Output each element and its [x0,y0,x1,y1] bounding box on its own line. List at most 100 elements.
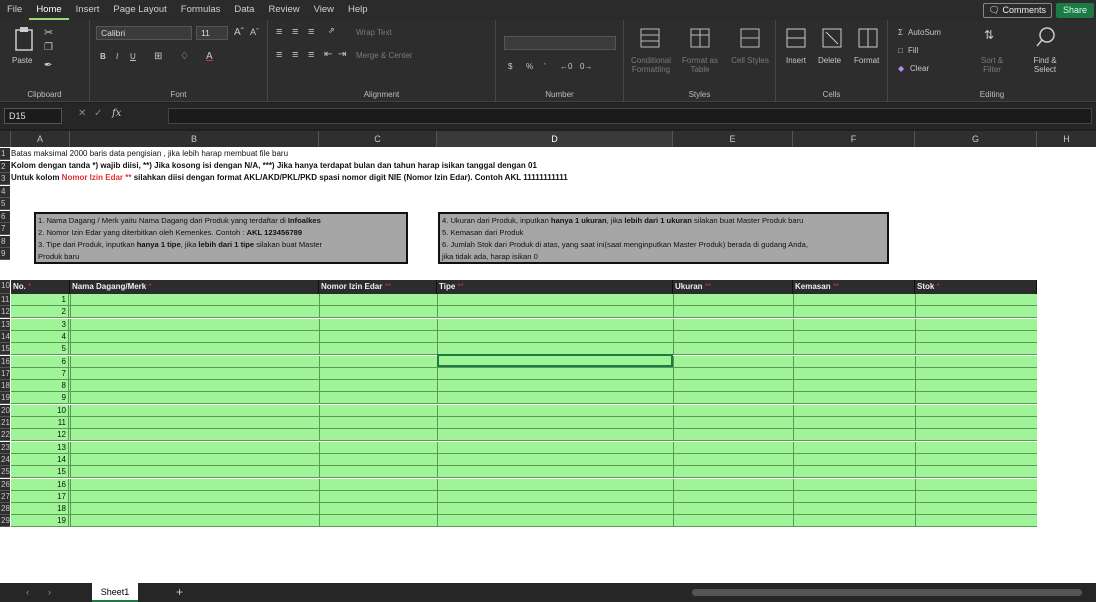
row-number-cell[interactable]: 16 [11,478,69,491]
fill-button[interactable]: Fill [908,46,918,55]
cancel-icon[interactable]: ✕ [78,108,86,119]
autosum-button[interactable]: AutoSum [908,28,941,37]
orientation-icon[interactable]: ⇗ [328,26,335,35]
align-left-icon[interactable]: ≡ [276,49,282,61]
column-header-c[interactable]: C [319,131,437,147]
row-header[interactable]: 6 [0,210,10,223]
format-table-icon[interactable] [690,28,710,48]
row-header[interactable]: 12 [0,306,10,319]
row-header[interactable]: 14 [0,330,10,343]
borders-icon[interactable]: ⊞ [154,51,162,62]
header-stok[interactable]: Stok * [915,280,1037,294]
fx-icon[interactable]: fx [112,108,121,119]
row-number-cell[interactable]: 15 [11,466,69,479]
header-ukuran[interactable]: Ukuran ** [673,280,793,294]
decrease-indent-icon[interactable]: ⇤ [324,49,332,60]
bold-icon[interactable]: B [100,52,106,61]
row-number-cell[interactable]: 2 [11,306,69,319]
column-header-g[interactable]: G [915,131,1037,147]
wrap-text-button[interactable]: Wrap Text [356,28,392,37]
increase-font-icon[interactable]: Aˆ [234,27,244,38]
column-header-a[interactable]: A [11,131,70,147]
delete-cells-icon[interactable] [822,28,842,48]
add-sheet-button[interactable]: + [176,585,183,599]
row-header[interactable]: 22 [0,429,10,442]
font-color-icon[interactable]: A [206,51,213,62]
column-header-d[interactable]: D [437,131,673,147]
tab-view[interactable]: View [307,0,341,20]
table-row[interactable]: 17 [11,490,1037,503]
merge-center-button[interactable]: Merge & Center [356,51,412,60]
row-header[interactable]: 29 [0,515,10,528]
table-row[interactable]: 4 [11,330,1037,343]
sort-filter-button[interactable]: Sort & Filter [972,56,1012,74]
row-number-cell[interactable]: 7 [11,367,69,380]
clear-icon[interactable]: ◆ [898,64,904,73]
row-header[interactable]: 24 [0,453,10,466]
table-row[interactable]: 1 [11,294,1037,306]
table-row[interactable]: 2 [11,306,1037,319]
format-painter-icon[interactable]: ✒ [44,60,52,71]
row-number-cell[interactable]: 17 [11,490,69,503]
column-header-e[interactable]: E [673,131,793,147]
row-header[interactable]: 25 [0,466,10,479]
row-number-cell[interactable]: 8 [11,380,69,393]
column-header-b[interactable]: B [70,131,319,147]
autosum-icon[interactable]: Σ [898,28,903,37]
paste-icon[interactable] [14,26,36,54]
clear-button[interactable]: Clear [910,64,929,73]
tab-page-layout[interactable]: Page Layout [106,0,173,20]
header-nomor-izin[interactable]: Nomor Izin Edar ** [319,280,437,294]
currency-icon[interactable]: $ [508,62,512,71]
table-row[interactable]: 16 [11,478,1037,491]
table-row[interactable]: 9 [11,392,1037,405]
increase-decimal-icon[interactable]: ←0 [560,62,572,71]
cut-icon[interactable]: ✂ [44,26,53,39]
row-header[interactable]: 1 [0,148,10,160]
row-header[interactable]: 4 [0,185,10,198]
table-row[interactable]: 12 [11,429,1037,442]
insert-button[interactable]: Insert [786,56,806,65]
conditional-formatting-icon[interactable] [640,28,660,48]
top-align-icon[interactable]: ≡ [276,26,282,38]
table-row[interactable]: 13 [11,441,1037,454]
row-header[interactable]: 19 [0,392,10,405]
find-select-button[interactable]: Find & Select [1024,56,1066,74]
row-number-cell[interactable]: 14 [11,453,69,466]
confirm-icon[interactable]: ✓ [94,108,102,119]
share-button[interactable]: Share [1056,3,1094,18]
row-header[interactable]: 18 [0,380,10,393]
header-no[interactable]: No. * [11,280,70,294]
horizontal-scrollbar[interactable] [692,589,1082,596]
row-number-cell[interactable]: 1 [11,294,69,306]
format-as-table-button[interactable]: Format as Table [678,56,722,74]
formula-input[interactable] [168,108,1092,124]
row-header[interactable]: 9 [0,248,10,260]
scroll-left-icon[interactable]: ‹ [26,587,29,597]
row-number-cell[interactable]: 19 [11,515,69,528]
header-kemasan[interactable]: Kemasan ** [793,280,915,294]
row-number-cell[interactable]: 3 [11,318,69,331]
row-header[interactable]: 20 [0,404,10,417]
row-header[interactable]: 8 [0,235,10,248]
column-header-f[interactable]: F [793,131,915,147]
row-header[interactable]: 10 [0,280,10,294]
row-header[interactable]: 2 [0,160,10,173]
insert-cells-icon[interactable] [786,28,806,48]
cell-styles-button[interactable]: Cell Styles [730,56,770,65]
fill-icon[interactable]: □ [898,46,903,55]
name-box[interactable]: D15 [4,108,62,124]
select-all-corner[interactable] [0,131,11,147]
decrease-font-icon[interactable]: Aˇ [250,27,259,37]
bottom-align-icon[interactable]: ≡ [308,26,314,38]
tab-formulas[interactable]: Formulas [174,0,228,20]
align-center-icon[interactable]: ≡ [292,49,298,61]
row-header[interactable]: 28 [0,503,10,516]
column-header-h[interactable]: H [1037,131,1096,147]
sort-filter-icon[interactable]: ⇅ [984,28,994,42]
row-header[interactable]: 7 [0,223,10,235]
table-row[interactable]: 3 [11,318,1037,331]
table-row[interactable]: 11 [11,417,1037,429]
row-number-cell[interactable]: 10 [11,404,69,417]
row-header[interactable]: 17 [0,367,10,380]
